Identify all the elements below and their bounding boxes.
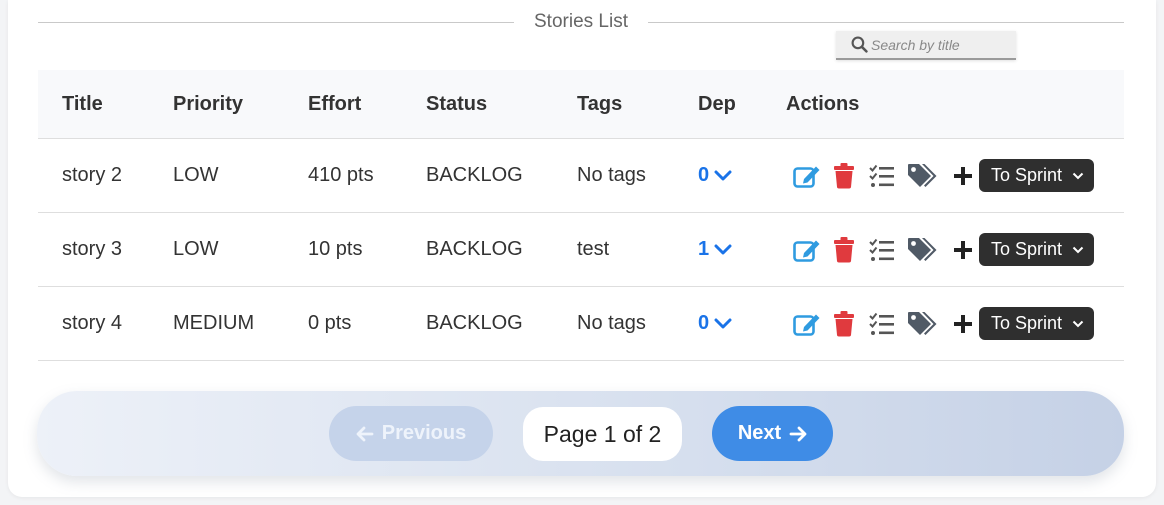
- chevron-down-icon: [714, 318, 732, 328]
- tags-icon[interactable]: [907, 311, 939, 337]
- table-row: story 4 MEDIUM 0 pts BACKLOG No tags 0 T…: [38, 286, 1124, 361]
- plus-icon[interactable]: [953, 240, 973, 260]
- dependency-count: 0: [698, 164, 710, 186]
- to-sprint-dropdown[interactable]: To Sprint: [979, 159, 1095, 192]
- arrow-right-icon: [789, 426, 807, 441]
- plus-icon[interactable]: [953, 314, 973, 334]
- divider-line: [38, 22, 514, 23]
- column-header-effort: Effort: [308, 70, 426, 139]
- edit-icon[interactable]: [793, 163, 821, 189]
- chevron-down-icon: [714, 170, 732, 180]
- next-label: Next: [737, 422, 782, 444]
- story-tags: test: [577, 212, 698, 287]
- dependency-toggle[interactable]: 0: [698, 312, 732, 335]
- dependency-count: 1: [698, 238, 710, 260]
- table-row: story 3 LOW 10 pts BACKLOG test 1 To Spr…: [38, 212, 1124, 287]
- column-header-priority: Priority: [173, 70, 308, 139]
- row-actions: To Sprint: [786, 233, 1124, 266]
- table-row: story 2 LOW 410 pts BACKLOG No tags 0 To…: [38, 138, 1124, 213]
- story-title: story 3: [38, 212, 173, 287]
- stories-table: Title Priority Effort Status Tags Dep Ac…: [38, 70, 1124, 361]
- to-sprint-dropdown[interactable]: To Sprint: [979, 307, 1095, 340]
- column-header-title: Title: [38, 70, 173, 139]
- chevron-down-icon: [1072, 172, 1084, 179]
- story-status: BACKLOG: [426, 138, 577, 213]
- task-list-icon[interactable]: [869, 238, 895, 262]
- search-icon: [851, 36, 868, 53]
- dependency-count: 0: [698, 312, 710, 334]
- tags-icon[interactable]: [907, 237, 939, 263]
- story-status: BACKLOG: [426, 286, 577, 361]
- story-effort: 410 pts: [308, 138, 426, 213]
- next-button[interactable]: Next: [712, 406, 833, 461]
- search-box[interactable]: [836, 31, 1016, 60]
- search-input[interactable]: [871, 36, 1011, 53]
- dependency-toggle[interactable]: 0: [698, 164, 732, 187]
- chevron-down-icon: [714, 244, 732, 254]
- to-sprint-label: To Sprint: [991, 239, 1063, 259]
- divider-line: [648, 22, 1124, 23]
- to-sprint-label: To Sprint: [991, 165, 1063, 185]
- plus-icon[interactable]: [953, 166, 973, 186]
- row-actions: To Sprint: [786, 307, 1124, 340]
- column-header-tags: Tags: [577, 70, 698, 139]
- story-effort: 0 pts: [308, 286, 426, 361]
- table-header-row: Title Priority Effort Status Tags Dep Ac…: [38, 70, 1124, 139]
- story-tags: No tags: [577, 286, 698, 361]
- story-priority: MEDIUM: [173, 286, 308, 361]
- chevron-down-icon: [1072, 320, 1084, 327]
- task-list-icon[interactable]: [869, 164, 895, 188]
- previous-label: Previous: [381, 422, 467, 444]
- previous-button[interactable]: Previous: [329, 406, 493, 461]
- story-title: story 4: [38, 286, 173, 361]
- row-actions: To Sprint: [786, 159, 1124, 192]
- pagination-bar: Previous Page 1 of 2 Next: [37, 391, 1124, 476]
- page-indicator: Page 1 of 2: [523, 407, 682, 461]
- column-header-dep: Dep: [698, 70, 786, 139]
- trash-icon[interactable]: [833, 236, 855, 263]
- arrow-left-icon: [356, 426, 374, 441]
- story-title: story 2: [38, 138, 173, 213]
- section-title: Stories List: [534, 11, 628, 32]
- trash-icon[interactable]: [833, 310, 855, 337]
- to-sprint-dropdown[interactable]: To Sprint: [979, 233, 1095, 266]
- task-list-icon[interactable]: [869, 312, 895, 336]
- story-priority: LOW: [173, 212, 308, 287]
- column-header-status: Status: [426, 70, 577, 139]
- trash-icon[interactable]: [833, 162, 855, 189]
- tags-icon[interactable]: [907, 163, 939, 189]
- edit-icon[interactable]: [793, 237, 821, 263]
- chevron-down-icon: [1072, 246, 1084, 253]
- edit-icon[interactable]: [793, 311, 821, 337]
- to-sprint-label: To Sprint: [991, 313, 1063, 333]
- column-header-actions: Actions: [786, 70, 1124, 139]
- story-status: BACKLOG: [426, 212, 577, 287]
- dependency-toggle[interactable]: 1: [698, 238, 732, 261]
- story-tags: No tags: [577, 138, 698, 213]
- story-priority: LOW: [173, 138, 308, 213]
- story-effort: 10 pts: [308, 212, 426, 287]
